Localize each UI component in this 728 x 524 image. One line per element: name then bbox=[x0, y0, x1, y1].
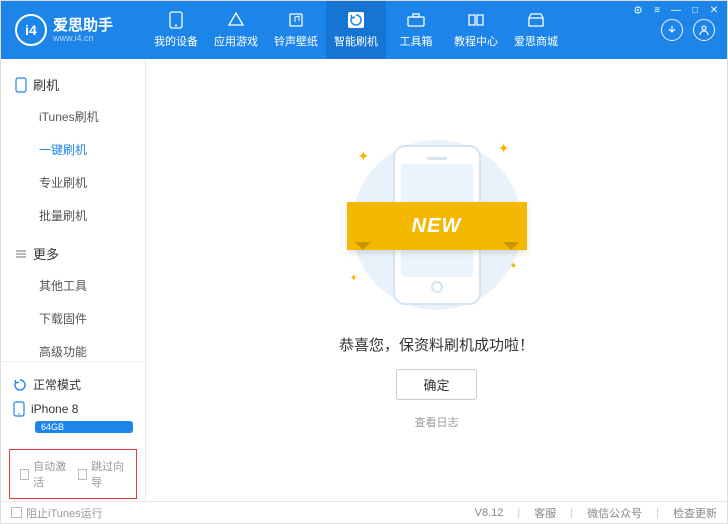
highlighted-options: 自动激活 跳过向导 bbox=[9, 449, 137, 499]
checkbox-icon bbox=[11, 507, 22, 518]
more-icon bbox=[15, 248, 27, 260]
tab-toolbox[interactable]: 工具箱 bbox=[386, 1, 446, 59]
settings-icon[interactable] bbox=[629, 3, 647, 17]
header-actions bbox=[661, 19, 727, 41]
tab-smart-flash[interactable]: 智能刷机 bbox=[326, 1, 386, 59]
footer: 阻止iTunes运行 V8.12 | 客服 | 微信公众号 | 检查更新 bbox=[1, 501, 727, 523]
download-button[interactable] bbox=[661, 19, 683, 41]
checkbox-icon bbox=[20, 469, 29, 480]
sidebar-item-oneclick-flash[interactable]: 一键刷机 bbox=[1, 133, 145, 166]
phone-icon bbox=[15, 77, 27, 93]
music-icon bbox=[287, 11, 305, 29]
sidebar-item-itunes-flash[interactable]: iTunes刷机 bbox=[1, 100, 145, 133]
tab-label: 铃声壁纸 bbox=[274, 33, 318, 49]
tab-apps[interactable]: 应用游戏 bbox=[206, 1, 266, 59]
tab-tutorials[interactable]: 教程中心 bbox=[446, 1, 506, 59]
sidebar-group-flash: 刷机 bbox=[1, 69, 145, 100]
tab-label: 教程中心 bbox=[454, 33, 498, 49]
block-itunes-checkbox[interactable]: 阻止iTunes运行 bbox=[11, 505, 103, 521]
nav-tabs: 我的设备 应用游戏 铃声壁纸 智能刷机 工具箱 教程中心 爱思商城 bbox=[146, 1, 661, 59]
tab-label: 爱思商城 bbox=[514, 33, 558, 49]
header: ≡ — □ ✕ i4 爱思助手 www.i4.cn 我的设备 应用游戏 铃声壁纸… bbox=[1, 1, 727, 59]
sidebar-group-more: 更多 bbox=[1, 238, 145, 269]
menu-icon[interactable]: ≡ bbox=[648, 3, 666, 17]
refresh-icon bbox=[347, 11, 365, 29]
wechat-link[interactable]: 微信公众号 bbox=[587, 505, 642, 521]
group-title: 更多 bbox=[33, 244, 59, 263]
checkbox-label: 阻止iTunes运行 bbox=[26, 505, 103, 521]
phone-icon bbox=[13, 401, 25, 417]
apps-icon bbox=[227, 11, 245, 29]
close-button[interactable]: ✕ bbox=[705, 3, 723, 17]
logo-icon: i4 bbox=[15, 14, 47, 46]
brand-url: www.i4.cn bbox=[53, 33, 113, 43]
sidebar-item-download-firmware[interactable]: 下载固件 bbox=[1, 302, 145, 335]
refresh-icon bbox=[13, 378, 27, 392]
device-mode[interactable]: 正常模式 bbox=[13, 372, 133, 397]
book-icon bbox=[467, 11, 485, 29]
checkbox-label: 跳过向导 bbox=[91, 458, 126, 490]
mode-label: 正常模式 bbox=[33, 376, 81, 393]
tab-label: 工具箱 bbox=[400, 33, 433, 49]
sidebar: 刷机 iTunes刷机 一键刷机 专业刷机 批量刷机 更多 其他工具 下载固件 … bbox=[1, 59, 146, 501]
sparkle-icon: ✦ bbox=[350, 273, 358, 284]
device-info[interactable]: iPhone 8 bbox=[13, 397, 133, 421]
storage-badge: 64GB bbox=[35, 421, 133, 433]
sparkle-icon: ✦ bbox=[509, 261, 517, 272]
checkbox-icon bbox=[78, 469, 87, 480]
version-label: V8.12 bbox=[475, 507, 504, 519]
check-update-link[interactable]: 检查更新 bbox=[673, 505, 717, 521]
sparkle-icon: ✦ bbox=[358, 148, 370, 165]
toolbox-icon bbox=[407, 11, 425, 29]
support-link[interactable]: 客服 bbox=[534, 505, 556, 521]
group-title: 刷机 bbox=[33, 75, 59, 94]
ok-button[interactable]: 确定 bbox=[396, 369, 476, 400]
auto-activate-checkbox[interactable]: 自动激活 bbox=[20, 458, 68, 490]
sidebar-item-advanced[interactable]: 高级功能 bbox=[1, 335, 145, 361]
sidebar-item-other-tools[interactable]: 其他工具 bbox=[1, 269, 145, 302]
new-ribbon: NEW bbox=[347, 202, 527, 250]
skip-wizard-checkbox[interactable]: 跳过向导 bbox=[78, 458, 126, 490]
tab-label: 我的设备 bbox=[154, 33, 198, 49]
view-log-link[interactable]: 查看日志 bbox=[415, 414, 459, 430]
main-panel: ✦ ✦ ✦ ✦ NEW 恭喜您，保资料刷机成功啦！ 确定 查看日志 bbox=[146, 59, 727, 501]
brand-name: 爱思助手 bbox=[53, 18, 113, 33]
tab-store[interactable]: 爱思商城 bbox=[506, 1, 566, 59]
tab-my-device[interactable]: 我的设备 bbox=[146, 1, 206, 59]
checkbox-label: 自动激活 bbox=[33, 458, 68, 490]
sidebar-item-batch-flash[interactable]: 批量刷机 bbox=[1, 199, 145, 232]
success-illustration: ✦ ✦ ✦ ✦ NEW bbox=[332, 130, 542, 320]
tab-label: 智能刷机 bbox=[334, 33, 378, 49]
success-message: 恭喜您，保资料刷机成功啦！ bbox=[339, 334, 534, 355]
shop-icon bbox=[527, 11, 545, 29]
user-button[interactable] bbox=[693, 19, 715, 41]
sidebar-item-pro-flash[interactable]: 专业刷机 bbox=[1, 166, 145, 199]
tab-label: 应用游戏 bbox=[214, 33, 258, 49]
phone-icon bbox=[167, 11, 185, 29]
sparkle-icon: ✦ bbox=[498, 140, 510, 157]
tab-ringtones[interactable]: 铃声壁纸 bbox=[266, 1, 326, 59]
minimize-button[interactable]: — bbox=[667, 3, 685, 17]
maximize-button[interactable]: □ bbox=[686, 3, 704, 17]
window-controls: ≡ — □ ✕ bbox=[629, 3, 723, 17]
device-name: iPhone 8 bbox=[31, 402, 78, 416]
logo[interactable]: i4 爱思助手 www.i4.cn bbox=[1, 14, 146, 46]
